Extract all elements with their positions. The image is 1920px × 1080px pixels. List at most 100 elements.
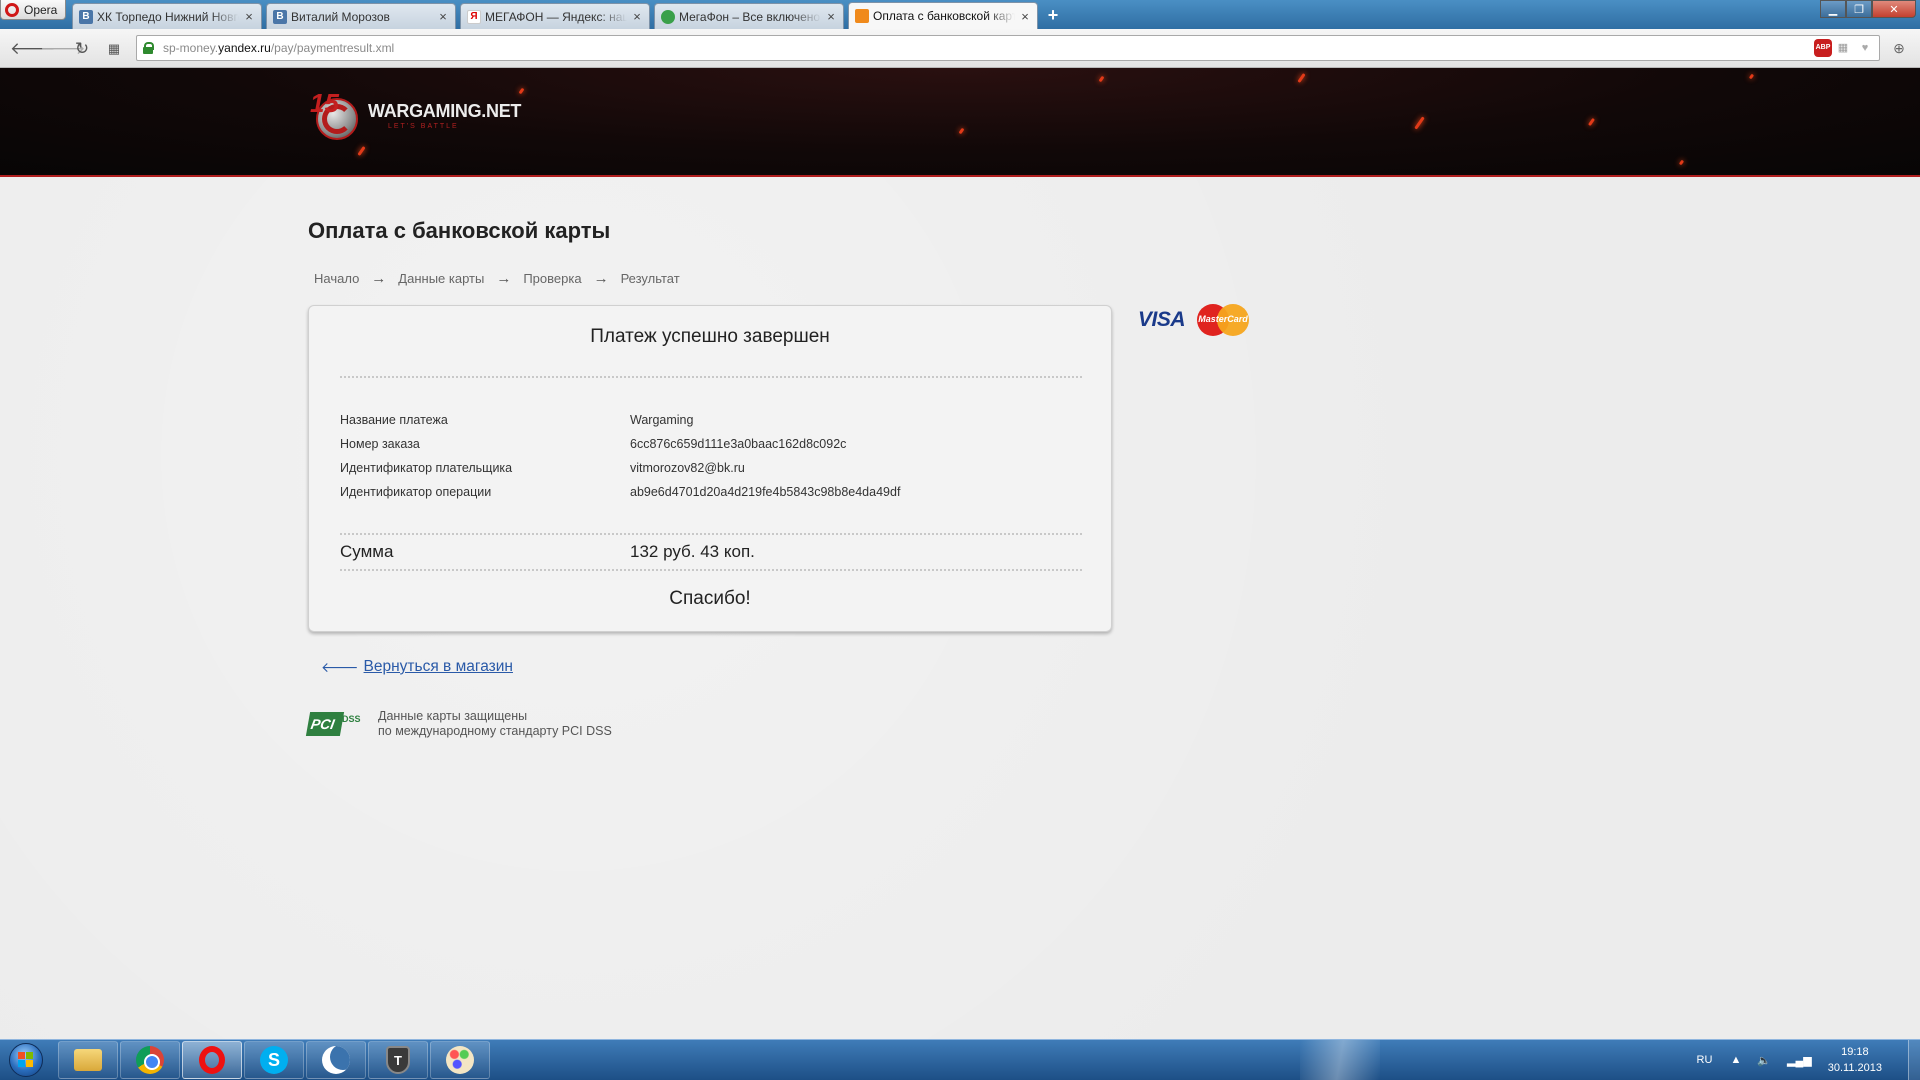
language-indicator[interactable]: RU bbox=[1697, 1054, 1713, 1066]
forward-arrow-icon[interactable]: 🡒 bbox=[40, 39, 86, 59]
windows-taskbar: S T RU ▲ 🔈 ▂▄▆ 19:18 30.11.2013 bbox=[0, 1039, 1920, 1080]
close-icon[interactable]: × bbox=[631, 9, 643, 24]
start-button[interactable] bbox=[4, 1040, 50, 1080]
sum-value: 132 руб. 43 коп. bbox=[630, 542, 755, 561]
header-banner: 15 WARGAMING.NET LET'S BATTLE bbox=[0, 68, 1920, 177]
clock-date: 30.11.2013 bbox=[1827, 1062, 1882, 1074]
spark-decoration bbox=[357, 146, 366, 156]
tab-vitaly[interactable]: В Виталий Морозов × bbox=[266, 3, 456, 29]
clock[interactable]: 19:18 30.11.2013 bbox=[1828, 1044, 1882, 1076]
show-desktop-button[interactable] bbox=[1908, 1040, 1920, 1080]
pci-line-1: Данные карты защищены bbox=[378, 709, 528, 723]
detail-value: Wargaming bbox=[630, 413, 694, 427]
opera-menu-label: Opera bbox=[24, 2, 58, 17]
close-window-button[interactable]: ✕ bbox=[1872, 0, 1916, 18]
show-hidden-icons-icon[interactable]: ▲ bbox=[1730, 1054, 1741, 1066]
window-controls: ▁ ❐ ✕ bbox=[1820, 0, 1916, 18]
system-tray: RU ▲ 🔈 ▂▄▆ 19:18 30.11.2013 bbox=[1697, 1040, 1920, 1080]
lock-icon bbox=[143, 42, 154, 54]
close-icon[interactable]: × bbox=[437, 9, 449, 24]
pci-dss-logo: PCI DSS bbox=[305, 710, 366, 738]
speed-dial-icon[interactable]: ▦ bbox=[104, 39, 124, 59]
wargaming-emblem-icon: 15 bbox=[310, 88, 364, 142]
sum-row: Сумма 132 руб. 43 коп. bbox=[340, 539, 1082, 565]
close-icon[interactable]: × bbox=[825, 9, 837, 24]
adblock-icon[interactable]: ABP bbox=[1814, 39, 1832, 57]
skype-icon: S bbox=[260, 1046, 288, 1074]
new-tab-button[interactable]: + bbox=[1044, 6, 1062, 24]
spark-decoration bbox=[1098, 75, 1105, 83]
url-field[interactable]: sp-money. yandex.ru/pay/paymentresult.xml bbox=[136, 35, 1880, 61]
step-arrow-icon: → bbox=[496, 270, 512, 287]
url-prefix: sp-money. bbox=[163, 41, 219, 55]
payment-status-heading: Платеж успешно завершен bbox=[590, 326, 830, 347]
tab-payment[interactable]: Оплата с банковской карты × bbox=[848, 2, 1038, 29]
step-arrow-icon: → bbox=[371, 270, 387, 287]
detail-row: Идентификатор плательщика vitmorozov82@b… bbox=[340, 456, 1082, 480]
moon-icon bbox=[322, 1046, 350, 1074]
detail-label: Идентификатор плательщика bbox=[340, 461, 513, 475]
tab-yandex-search[interactable]: Я МЕГАФОН — Яндекс: нашлось × bbox=[460, 3, 650, 29]
divider bbox=[340, 533, 1082, 535]
maximize-button[interactable]: ❐ bbox=[1846, 0, 1872, 18]
taskbar-world-of-tanks[interactable]: T bbox=[368, 1041, 428, 1079]
explorer-icon bbox=[74, 1049, 102, 1071]
back-arrow-icon[interactable]: 🡐 bbox=[10, 39, 56, 59]
taskbar-moon-app[interactable] bbox=[306, 1041, 366, 1079]
wargaming-logo[interactable]: 15 WARGAMING.NET LET'S BATTLE bbox=[310, 88, 521, 142]
detail-row: Название платежа Wargaming bbox=[340, 408, 1082, 432]
tab-title: МЕГАФОН — Яндекс: нашлось bbox=[485, 9, 627, 24]
tab-title: МегаФон – Все включено bbox=[679, 9, 821, 24]
megafon-icon bbox=[661, 9, 675, 24]
world-of-tanks-icon: T bbox=[386, 1046, 410, 1074]
back-to-shop[interactable]: 🡐 Вернуться в магазин bbox=[321, 658, 513, 676]
grid-icon[interactable]: ▦ bbox=[1834, 39, 1852, 57]
vk-icon: В bbox=[79, 9, 93, 24]
url-host: yandex.ru bbox=[218, 41, 271, 55]
visa-logo: VISA bbox=[1138, 308, 1186, 331]
detail-label: Идентификатор операции bbox=[340, 485, 492, 499]
tab-megafon[interactable]: МегаФон – Все включено × bbox=[654, 3, 844, 29]
tab-torpedo[interactable]: В ХК Торпедо Нижний Новгород × bbox=[72, 3, 262, 29]
payment-icon bbox=[855, 9, 869, 23]
arrow-left-icon: 🡐 bbox=[321, 658, 359, 675]
reload-icon[interactable]: ↻ bbox=[72, 39, 92, 59]
payment-logos: VISA MasterCard bbox=[1138, 304, 1250, 336]
taskbar-paint[interactable] bbox=[430, 1041, 490, 1079]
tab-title: ХК Торпедо Нижний Новгород bbox=[97, 9, 239, 24]
taskbar-chrome[interactable] bbox=[120, 1041, 180, 1079]
divider bbox=[340, 569, 1082, 571]
logo-tagline: LET'S BATTLE bbox=[388, 122, 459, 130]
url-path: /pay/paymentresult.xml bbox=[270, 41, 395, 55]
detail-row: Номер заказа 6cc876c659d111e3a0baac162d8… bbox=[340, 432, 1082, 456]
spark-decoration bbox=[1748, 73, 1755, 80]
taskbar-explorer[interactable] bbox=[58, 1041, 118, 1079]
yandex-icon: Я bbox=[467, 9, 481, 24]
payment-result-card: Платеж успешно завершен Название платежа… bbox=[308, 305, 1112, 632]
clock-time: 19:18 bbox=[1841, 1046, 1869, 1058]
opera-logo-icon bbox=[5, 2, 19, 17]
heart-icon[interactable]: ♥ bbox=[1856, 39, 1874, 57]
tab-title: Оплата с банковской карты bbox=[873, 9, 1015, 23]
step-start: Начало bbox=[314, 271, 360, 286]
detail-value: vitmorozov82@bk.ru bbox=[630, 461, 745, 475]
opera-menu-button[interactable]: Opera bbox=[0, 0, 66, 20]
close-icon[interactable]: × bbox=[1019, 9, 1031, 24]
spark-decoration bbox=[1587, 117, 1596, 127]
taskbar-skype[interactable]: S bbox=[244, 1041, 304, 1079]
thanks-message: Спасибо! bbox=[669, 588, 751, 609]
minimize-button[interactable]: ▁ bbox=[1820, 0, 1846, 18]
vk-icon: В bbox=[273, 9, 287, 24]
back-to-shop-link[interactable]: Вернуться в магазин bbox=[364, 658, 513, 676]
taskbar-opera[interactable] bbox=[182, 1041, 242, 1079]
detail-label: Название платежа bbox=[340, 413, 448, 427]
spark-decoration bbox=[1414, 116, 1425, 130]
tab-title: Виталий Морозов bbox=[291, 9, 390, 24]
windows-flag-icon bbox=[18, 1052, 34, 1068]
network-signal-icon[interactable]: ▂▄▆ bbox=[1787, 1054, 1812, 1067]
close-icon[interactable]: × bbox=[243, 9, 255, 24]
logo-name: WARGAMING.NET bbox=[368, 100, 522, 121]
volume-icon[interactable]: 🔈 bbox=[1757, 1054, 1771, 1067]
download-icon[interactable]: ⊕ bbox=[1890, 39, 1908, 57]
spark-decoration bbox=[958, 127, 965, 135]
